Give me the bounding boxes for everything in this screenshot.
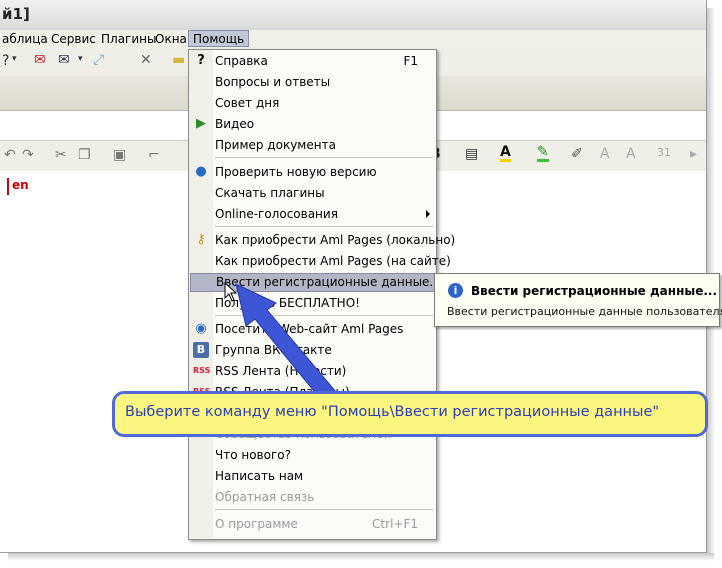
tooltip: i Ввести регистрационные данные... Ввест…: [434, 273, 722, 327]
menu-separator: [215, 509, 433, 510]
menu-item-tip-of-day[interactable]: Совет дня: [189, 94, 436, 113]
menu-help[interactable]: Помощь: [188, 30, 250, 47]
redo-icon[interactable]: ↷: [22, 147, 34, 163]
menu-table[interactable]: аблица: [2, 32, 48, 46]
calendar-icon[interactable]: 31: [657, 146, 671, 159]
highlight-icon[interactable]: ✎: [537, 145, 549, 162]
text-caret: [7, 178, 9, 195]
vk-icon: В: [193, 342, 209, 358]
help-icon[interactable]: ?: [2, 53, 9, 69]
menu-item-rss-news[interactable]: RSS RSS Лента (Новости): [189, 362, 436, 381]
font-color-icon[interactable]: A: [500, 145, 511, 162]
brush-icon[interactable]: ✐: [571, 146, 583, 162]
menu-item-buy-local[interactable]: ⚷ Как приобрести Aml Pages (локально): [189, 231, 455, 250]
more-icon[interactable]: ▸: [690, 146, 697, 162]
screenshot-shadow-bottom: [8, 553, 714, 561]
menu-item-vk-group[interactable]: В Группа ВКонтакте: [189, 341, 436, 360]
menu-item-download-plugins[interactable]: Скачать плагины: [189, 184, 436, 203]
help-pointer-icon: ?: [197, 53, 205, 68]
menu-item-sample-document[interactable]: Пример документа: [189, 136, 436, 155]
style-a2-icon[interactable]: A: [626, 146, 636, 162]
undo-icon[interactable]: ↶: [4, 147, 16, 163]
menu-plugins[interactable]: Плагины: [101, 32, 156, 46]
title-bar: й1]: [0, 0, 706, 31]
paste-icon[interactable]: ▣: [113, 147, 126, 163]
mail-icon[interactable]: ✉: [58, 52, 70, 68]
fullscreen-icon[interactable]: ⤢: [93, 52, 104, 68]
mouse-cursor-icon: [224, 282, 238, 302]
web-icon: ◉: [195, 321, 207, 336]
menu-service[interactable]: Сервис: [51, 32, 96, 46]
video-icon: ▶: [196, 116, 206, 131]
menu-separator: [215, 315, 433, 316]
menu-item-video[interactable]: ▶ Видео: [189, 115, 436, 134]
menu-item-write-us[interactable]: Написать нам: [189, 467, 436, 486]
rss-icon: RSS: [193, 366, 211, 375]
delete-mail-icon[interactable]: ✉: [34, 52, 46, 68]
close-doc-icon[interactable]: ✕: [140, 52, 152, 68]
menu-separator: [215, 226, 433, 227]
menu-item-visit-website[interactable]: ◉ Посетить Web-сайт Aml Pages: [189, 320, 436, 339]
tooltip-body: Ввести регистрационные данные пользовате…: [447, 305, 722, 318]
dropdown-arrow-icon[interactable]: ▾: [78, 54, 83, 64]
style-a-icon[interactable]: A: [600, 146, 610, 162]
submenu-arrow-icon: [426, 210, 430, 218]
menu-item-whats-new[interactable]: Что нового?: [189, 446, 436, 465]
keys-icon: ⚷: [196, 232, 206, 247]
menu-item-buy-online[interactable]: Как приобрести Aml Pages (на сайте): [189, 252, 451, 271]
list-icon[interactable]: ▤: [465, 146, 478, 162]
menu-windows[interactable]: Окна: [155, 32, 187, 46]
document-text: en: [12, 178, 29, 192]
info-icon: i: [448, 283, 463, 298]
menu-item-feedback: Обратная связь: [215, 490, 315, 504]
menu-item-about: О программе Ctrl+F1: [215, 517, 418, 531]
instruction-callout: Выберите команду меню "Помощь\Ввести рег…: [112, 391, 708, 437]
menu-item-help[interactable]: ? Справка F1: [189, 52, 436, 71]
menu-item-faq[interactable]: Вопросы и ответы: [189, 73, 436, 92]
tooltip-title: Ввести регистрационные данные...: [471, 284, 718, 298]
format-painter-icon[interactable]: ⌐: [148, 147, 160, 163]
globe-icon: ●: [195, 164, 207, 179]
callout-text: Выберите команду меню "Помощь\Ввести рег…: [125, 404, 660, 420]
dropdown-arrow-icon[interactable]: ▾: [12, 54, 17, 64]
cut-icon[interactable]: ✂: [55, 147, 67, 163]
copy-icon[interactable]: ❐: [78, 147, 91, 163]
window-title: й1]: [2, 5, 30, 23]
menu-item-check-update[interactable]: ● Проверить новую версию: [189, 163, 436, 182]
menu-separator: [215, 157, 433, 158]
menu-bar: аблица Сервис Плагины Окна Помощь: [0, 30, 706, 49]
menu-item-online-voting[interactable]: Online-голосования: [189, 205, 436, 224]
folder-icon[interactable]: ▬: [172, 52, 185, 68]
